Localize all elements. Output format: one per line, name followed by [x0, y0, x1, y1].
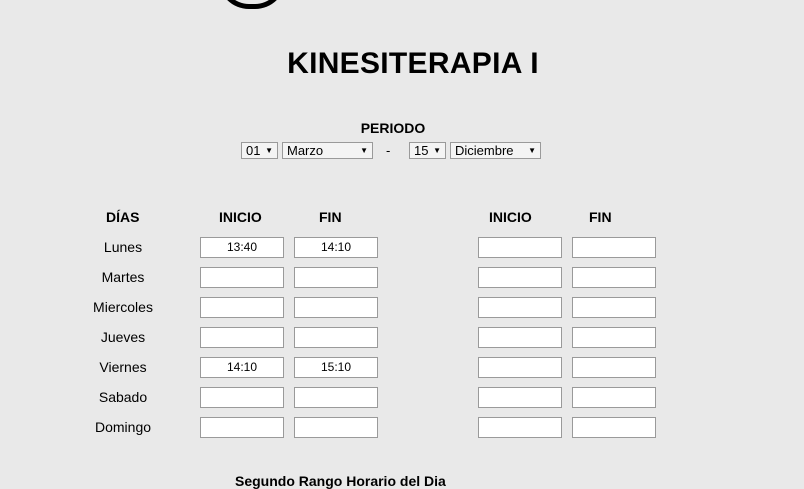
fin-time-input[interactable] [294, 267, 378, 288]
periodo-label: PERIODO [360, 120, 426, 136]
fin-time-input[interactable] [294, 297, 378, 318]
inicio-time-input[interactable] [200, 267, 284, 288]
inicio-2-time-input[interactable] [478, 267, 562, 288]
end-month-value: Diciembre [455, 143, 514, 158]
header-inicio: INICIO [219, 209, 262, 225]
fin-time-input[interactable] [294, 417, 378, 438]
periodo-separator: - [386, 143, 391, 158]
inicio-time-input[interactable]: 14:10 [200, 357, 284, 378]
fin-2-time-input[interactable] [572, 417, 656, 438]
header-fin: FIN [319, 209, 342, 225]
start-month-value: Marzo [287, 143, 324, 158]
page-title: KINESITERAPIA I [287, 47, 539, 80]
inicio-time-input[interactable] [200, 417, 284, 438]
start-day-select[interactable]: 01 ▼ [241, 142, 278, 159]
chevron-down-icon: ▼ [433, 146, 441, 155]
end-day-value: 15 [414, 143, 429, 158]
day-label: Miercoles [93, 299, 153, 315]
fin-2-time-input[interactable] [572, 297, 656, 318]
inicio-time-input[interactable] [200, 297, 284, 318]
fin-2-time-input[interactable] [572, 327, 656, 348]
day-label: Sabado [98, 389, 148, 405]
fin-time-input[interactable] [294, 327, 378, 348]
circle-logo-icon [218, 0, 286, 9]
day-label: Viernes [99, 359, 147, 375]
inicio-2-time-input[interactable] [478, 357, 562, 378]
fin-2-time-input[interactable] [572, 357, 656, 378]
day-label: Martes [101, 269, 145, 285]
inicio-time-input[interactable] [200, 327, 284, 348]
second-range-label: Segundo Rango Horario del Dia [235, 473, 446, 489]
inicio-2-time-input[interactable] [478, 237, 562, 258]
start-day-value: 01 [246, 143, 261, 158]
end-month-select[interactable]: Diciembre ▼ [450, 142, 541, 159]
fin-time-input[interactable]: 15:10 [294, 357, 378, 378]
fin-2-time-input[interactable] [572, 237, 656, 258]
fin-time-input[interactable]: 14:10 [294, 237, 378, 258]
inicio-time-input[interactable]: 13:40 [200, 237, 284, 258]
inicio-2-time-input[interactable] [478, 417, 562, 438]
start-month-select[interactable]: Marzo ▼ [282, 142, 373, 159]
fin-time-input[interactable] [294, 387, 378, 408]
inicio-2-time-input[interactable] [478, 387, 562, 408]
chevron-down-icon: ▼ [360, 146, 368, 155]
day-label: Domingo [94, 419, 152, 435]
chevron-down-icon: ▼ [265, 146, 273, 155]
inicio-2-time-input[interactable] [478, 297, 562, 318]
day-label: Lunes [103, 239, 143, 255]
inicio-time-input[interactable] [200, 387, 284, 408]
chevron-down-icon: ▼ [528, 146, 536, 155]
header-dias: DÍAS [106, 209, 140, 225]
header-fin-2: FIN [589, 209, 612, 225]
end-day-select[interactable]: 15 ▼ [409, 142, 446, 159]
fin-2-time-input[interactable] [572, 387, 656, 408]
fin-2-time-input[interactable] [572, 267, 656, 288]
inicio-2-time-input[interactable] [478, 327, 562, 348]
day-label: Jueves [100, 329, 146, 345]
header-inicio-2: INICIO [489, 209, 532, 225]
